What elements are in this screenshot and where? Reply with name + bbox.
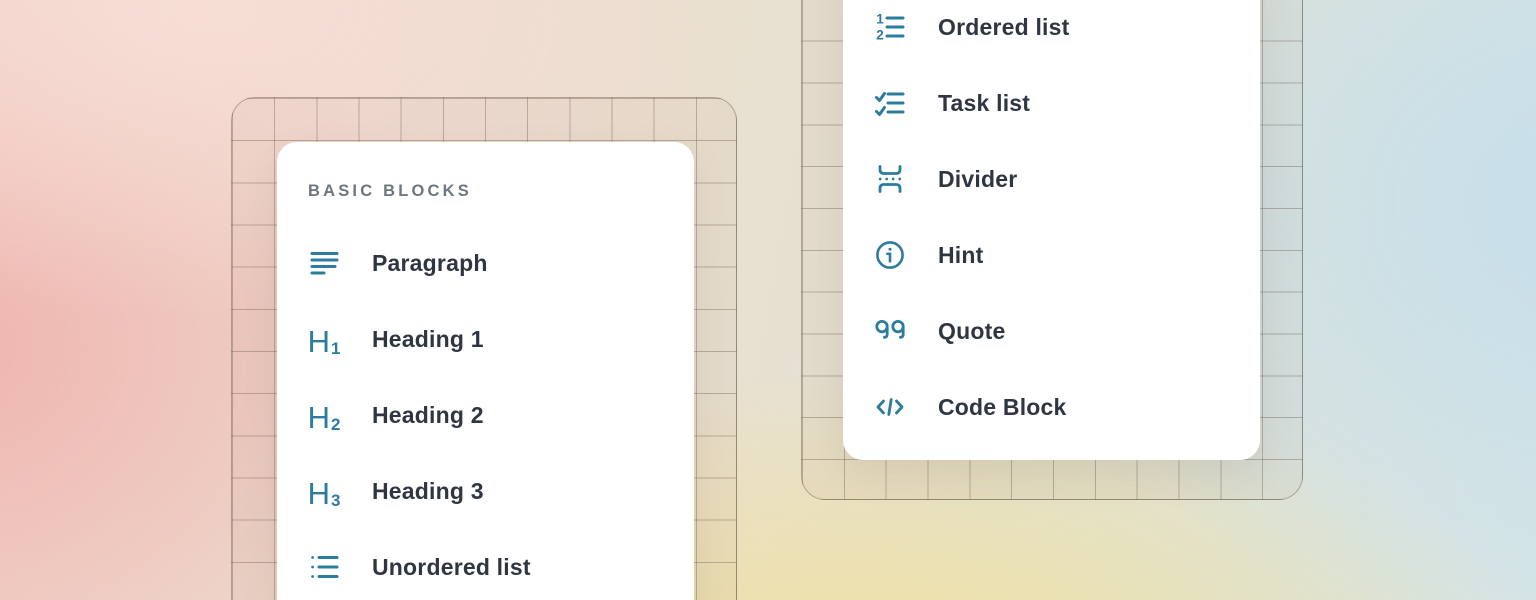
menu-item-label: Heading 1 [372,326,484,353]
heading-3-icon: H3 [308,475,340,507]
blocks-menu-panel-continued: 1 2 Ordered list Task list [843,0,1260,460]
paragraph-icon [308,247,340,279]
hint-icon [874,239,906,271]
menu-item-label: Hint [938,242,984,269]
heading-1-icon: H1 [308,323,340,355]
divider-icon [874,163,906,195]
ordered-list-icon: 1 2 [874,11,906,43]
menu-item-ordered-list[interactable]: 1 2 Ordered list [874,0,1250,65]
menu-item-heading-2[interactable]: H2 Heading 2 [308,377,684,453]
menu-item-label: Divider [938,166,1017,193]
menu-item-label: Paragraph [372,250,488,277]
menu-item-unordered-list[interactable]: Unordered list [308,529,684,600]
menu-item-label: Heading 3 [372,478,484,505]
blocks-item-list: 1 2 Ordered list Task list [874,0,1250,445]
section-title-basic-blocks: BASIC BLOCKS [308,182,472,201]
quote-icon [874,315,906,347]
svg-text:1: 1 [876,12,884,27]
menu-item-heading-3[interactable]: H3 Heading 3 [308,453,684,529]
basic-blocks-item-list: Paragraph H1 Heading 1 H2 Heading 2 H3 H… [308,225,684,600]
task-list-icon [874,87,906,119]
menu-item-divider[interactable]: Divider [874,141,1250,217]
menu-item-heading-1[interactable]: H1 Heading 1 [308,301,684,377]
menu-item-task-list[interactable]: Task list [874,65,1250,141]
heading-2-icon: H2 [308,399,340,431]
menu-item-label: Quote [938,318,1005,345]
menu-item-label: Ordered list [938,14,1070,41]
menu-item-label: Task list [938,90,1030,117]
menu-item-label: Heading 2 [372,402,484,429]
basic-blocks-menu-panel: BASIC BLOCKS Paragraph H1 Heading 1 H2 [277,142,694,600]
menu-item-label: Unordered list [372,554,531,581]
code-block-icon [874,391,906,423]
menu-item-label: Code Block [938,394,1067,421]
menu-item-hint[interactable]: Hint [874,217,1250,293]
svg-text:2: 2 [876,28,884,43]
unordered-list-icon [308,551,340,583]
menu-item-paragraph[interactable]: Paragraph [308,225,684,301]
menu-item-code-block[interactable]: Code Block [874,369,1250,445]
menu-item-quote[interactable]: Quote [874,293,1250,369]
